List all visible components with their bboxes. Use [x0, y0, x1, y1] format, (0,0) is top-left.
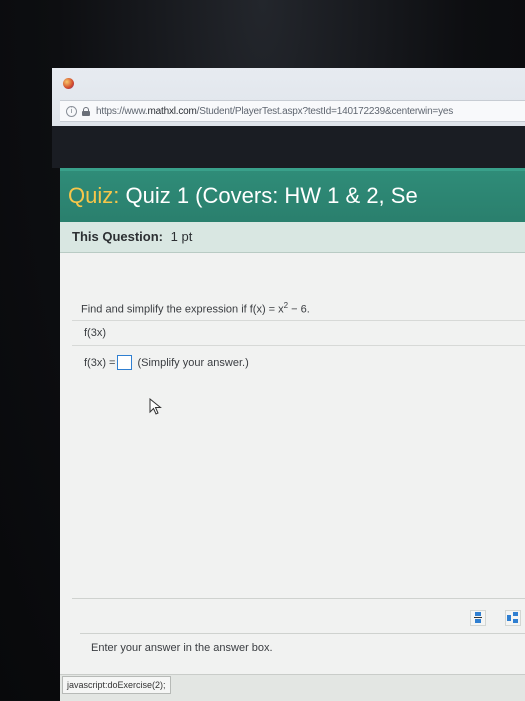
instruction-text: Enter your answer in the answer box.: [91, 642, 273, 654]
page-top-band: [52, 126, 525, 168]
quiz-label: Quiz:: [68, 183, 120, 208]
expression-label: f(3x): [84, 327, 106, 339]
mixed-number-tool-icon[interactable]: [505, 610, 521, 626]
question-label: This Question:: [72, 229, 163, 244]
answer-input[interactable]: [117, 355, 133, 370]
answer-row: f(3x) = (Simplify your answer.): [84, 355, 249, 370]
question-prompt: Find and simplify the expression if f(x)…: [81, 301, 310, 316]
divider: [72, 320, 525, 321]
quiz-title: Quiz 1 (Covers: HW 1 & 2, Se: [125, 183, 418, 208]
mouse-cursor-icon: [149, 398, 162, 415]
quiz-header: Quiz: Quiz 1 (Covers: HW 1 & 2, Se: [60, 168, 525, 223]
fraction-tool-icon[interactable]: [470, 610, 486, 626]
answer-label: f(3x) =: [84, 356, 116, 369]
question-bar: This Question: 1 pt: [60, 222, 525, 253]
address-bar[interactable]: i https://www.mathxl.com/Student/PlayerT…: [60, 100, 525, 122]
browser-logo-icon: [63, 78, 74, 89]
divider: [72, 345, 525, 346]
url-text[interactable]: https://www.mathxl.com/Student/PlayerTes…: [96, 106, 453, 117]
divider: [72, 598, 525, 599]
status-link-text: javascript:doExercise(2);: [62, 676, 171, 694]
question-points: 1 pt: [170, 229, 193, 244]
divider: [80, 633, 525, 634]
answer-hint: (Simplify your answer.): [137, 356, 249, 369]
lock-icon: [82, 106, 90, 116]
info-icon[interactable]: i: [66, 105, 77, 117]
